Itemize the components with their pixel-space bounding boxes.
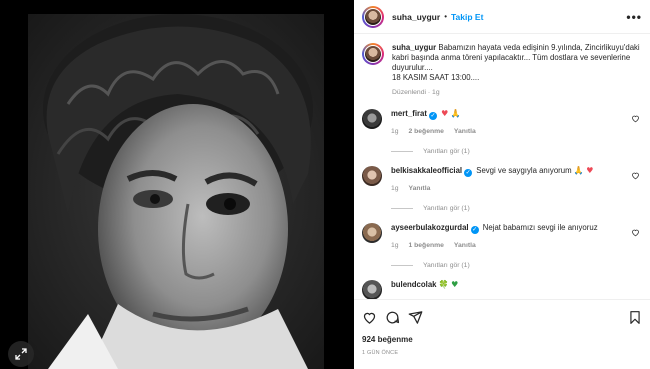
comment-emojis: 🙏 ♥ xyxy=(573,166,594,175)
comment-likes[interactable]: 2 beğenme xyxy=(408,128,444,135)
comment-item: ayseerbulakozgurdal ✓ Nejat babamızı sevg… xyxy=(362,223,642,251)
comment-avatar[interactable] xyxy=(362,223,382,243)
more-options-icon[interactable]: ••• xyxy=(626,10,642,24)
header-username[interactable]: suha_uygur xyxy=(392,12,440,22)
expand-button[interactable] xyxy=(8,341,34,367)
likes-count[interactable]: 924 beğenme xyxy=(362,335,642,344)
comment-time: 1g xyxy=(391,185,399,192)
comment-item: mert_firat ✓ ♥ 🙏 1g 2 beğenme Yanıtla xyxy=(362,109,642,137)
bookmark-icon[interactable] xyxy=(628,310,642,325)
comment-like-icon[interactable] xyxy=(631,171,640,180)
follow-button[interactable]: Takip Et xyxy=(451,12,483,22)
post-details-panel: suha_uygur • Takip Et ••• suha_uygur Bab… xyxy=(354,0,650,369)
view-replies-button[interactable]: Yanıtları gör (1) xyxy=(391,148,642,155)
comment-like-icon[interactable] xyxy=(631,228,640,237)
verified-icon: ✓ xyxy=(464,169,473,177)
comment-item: bulendcolak 🍀 ♥ xyxy=(362,280,642,299)
comment-likes[interactable]: 1 beğenme xyxy=(408,242,444,249)
comments-scroll-area[interactable]: suha_uygur Babamızın hayata veda edişini… xyxy=(354,35,650,299)
action-bar: 924 beğenme 1 GÜN ÖNCE xyxy=(354,299,650,369)
reply-button[interactable]: Yanıtla xyxy=(454,242,476,249)
heart-icon[interactable] xyxy=(362,310,377,325)
view-replies-button[interactable]: Yanıtları gör (1) xyxy=(391,205,642,212)
post-viewer: suha_uygur • Takip Et ••• suha_uygur Bab… xyxy=(0,0,650,369)
avatar[interactable] xyxy=(362,5,384,28)
comment-username[interactable]: ayseerbulakozgurdal xyxy=(391,223,469,232)
post-photo[interactable] xyxy=(28,14,324,369)
comment-username[interactable]: bulendcolak xyxy=(391,280,437,289)
comment-username[interactable]: mert_firat xyxy=(391,109,427,118)
caption-meta: Düzenlendi · 1g xyxy=(392,89,440,96)
comment-username[interactable]: belkisakkaleofficial xyxy=(391,166,462,175)
caption: suha_uygur Babamızın hayata veda edişini… xyxy=(362,43,642,98)
verified-icon: ✓ xyxy=(470,226,479,234)
comment-avatar[interactable] xyxy=(362,166,382,186)
comment-item: belkisakkaleofficial ✓ Sevgi ve saygıyla … xyxy=(362,166,642,194)
comment-text: Nejat babamızı sevgi ile anıyoruz xyxy=(482,223,598,232)
share-icon[interactable] xyxy=(408,310,423,325)
comment-text: Sevgi ve saygıyla anıyorum xyxy=(476,166,572,175)
comment-avatar[interactable] xyxy=(362,109,382,129)
comment-emojis: 🍀 ♥ xyxy=(438,280,459,289)
reply-button[interactable]: Yanıtla xyxy=(408,185,430,192)
caption-avatar[interactable] xyxy=(362,43,384,65)
comment-time: 1g xyxy=(391,242,399,249)
comment-avatar[interactable] xyxy=(362,280,382,299)
view-replies-button[interactable]: Yanıtları gör (1) xyxy=(391,262,642,269)
media-panel xyxy=(0,0,354,369)
comment-icon[interactable] xyxy=(385,310,400,325)
separator-dot: • xyxy=(444,12,447,21)
post-header: suha_uygur • Takip Et ••• xyxy=(354,0,650,34)
comment-time: 1g xyxy=(391,128,399,135)
post-timestamp: 1 GÜN ÖNCE xyxy=(362,350,399,356)
caption-date-line: 18 KASIM SAAT 13:00.... xyxy=(392,73,480,82)
comment-like-icon[interactable] xyxy=(631,114,640,123)
verified-icon: ✓ xyxy=(428,112,437,120)
portrait-image xyxy=(28,14,324,369)
expand-icon xyxy=(15,348,27,360)
reply-button[interactable]: Yanıtla xyxy=(454,128,476,135)
comment-emojis: ♥ 🙏 xyxy=(441,109,461,118)
caption-username[interactable]: suha_uygur xyxy=(392,43,436,52)
